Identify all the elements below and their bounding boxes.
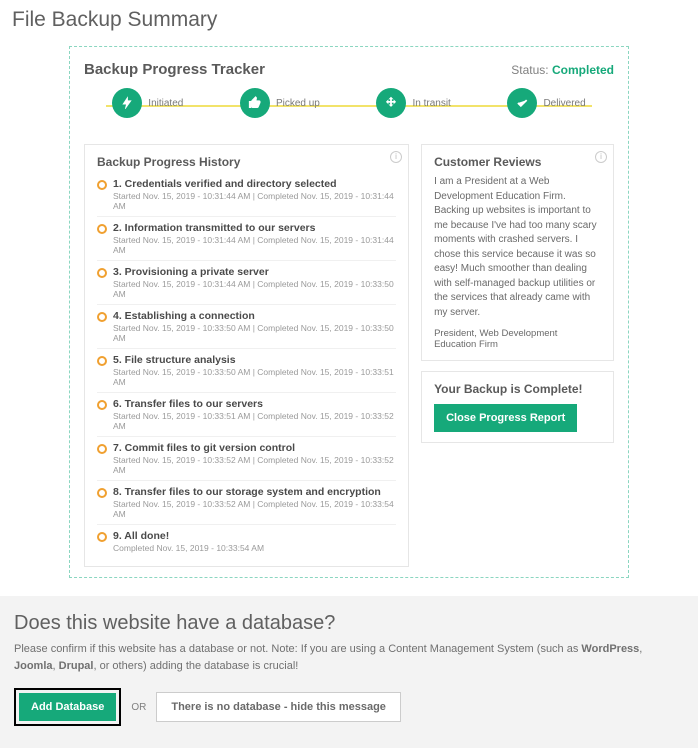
move-icon	[376, 88, 406, 118]
reviews-panel: i Customer Reviews I am a President at a…	[421, 144, 614, 361]
bullet-icon	[97, 532, 107, 542]
or-text: OR	[131, 702, 146, 713]
status-value: Completed	[552, 63, 614, 77]
tracker-label: Delivered	[543, 98, 585, 109]
history-list: 1. Credentials verified and directory se…	[97, 175, 396, 556]
history-item-title: 9. All done!	[113, 530, 169, 542]
history-item: 4. Establishing a connectionStarted Nov.…	[97, 307, 396, 346]
history-item-times: Started Nov. 15, 2019 - 10:31:44 AM | Co…	[113, 191, 396, 211]
tracker-step-delivered: Delivered	[507, 88, 585, 118]
tracker-step-intransit: In transit	[376, 88, 450, 118]
history-item-title: 7. Commit files to git version control	[113, 442, 295, 454]
history-item: 9. All done!Completed Nov. 15, 2019 - 10…	[97, 527, 396, 556]
bullet-icon	[97, 268, 107, 278]
history-item: 5. File structure analysisStarted Nov. 1…	[97, 351, 396, 390]
history-panel: i Backup Progress History 1. Credentials…	[84, 144, 409, 567]
history-title: Backup Progress History	[97, 155, 396, 169]
check-icon	[507, 88, 537, 118]
history-item-times: Started Nov. 15, 2019 - 10:31:44 AM | Co…	[113, 279, 396, 299]
history-item-times: Started Nov. 15, 2019 - 10:33:50 AM | Co…	[113, 323, 396, 343]
add-database-button[interactable]: Add Database	[19, 693, 116, 721]
bullet-icon	[97, 488, 107, 498]
history-item-times: Started Nov. 15, 2019 - 10:33:50 AM | Co…	[113, 367, 396, 387]
history-item-title: 8. Transfer files to our storage system …	[113, 486, 381, 498]
bullet-icon	[97, 356, 107, 366]
status-wrap: Status: Completed	[511, 63, 614, 77]
history-item: 3. Provisioning a private serverStarted …	[97, 263, 396, 302]
info-icon[interactable]: i	[390, 151, 402, 163]
history-item-times: Started Nov. 15, 2019 - 10:33:52 AM | Co…	[113, 499, 396, 519]
history-item-times: Completed Nov. 15, 2019 - 10:33:54 AM	[113, 543, 396, 553]
thumb-up-icon	[240, 88, 270, 118]
history-item: 8. Transfer files to our storage system …	[97, 483, 396, 522]
status-label: Status:	[511, 63, 548, 77]
history-item-times: Started Nov. 15, 2019 - 10:33:52 AM | Co…	[113, 455, 396, 475]
close-report-button[interactable]: Close Progress Report	[434, 404, 577, 432]
history-item-times: Started Nov. 15, 2019 - 10:33:51 AM | Co…	[113, 411, 396, 431]
history-item-title: 1. Credentials verified and directory se…	[113, 178, 337, 190]
history-item-title: 2. Information transmitted to our server…	[113, 222, 315, 234]
history-item-title: 4. Establishing a connection	[113, 310, 255, 322]
database-section: Does this website have a database? Pleas…	[0, 596, 698, 748]
history-item-times: Started Nov. 15, 2019 - 10:31:44 AM | Co…	[113, 235, 396, 255]
tracker-step-pickedup: Picked up	[240, 88, 320, 118]
history-item: 7. Commit files to git version controlSt…	[97, 439, 396, 478]
bullet-icon	[97, 400, 107, 410]
progress-tracker: Initiated Picked up In transit Delivered	[84, 88, 614, 132]
review-body: I am a President at a Web Development Ed…	[434, 175, 601, 320]
complete-title: Your Backup is Complete!	[434, 382, 601, 396]
no-database-button[interactable]: There is no database - hide this message	[156, 692, 401, 722]
card-title: Backup Progress Tracker	[84, 61, 265, 78]
history-item-title: 5. File structure analysis	[113, 354, 236, 366]
bullet-icon	[97, 180, 107, 190]
bullet-icon	[97, 224, 107, 234]
tracker-label: In transit	[412, 98, 450, 109]
page-title: File Backup Summary	[12, 8, 686, 32]
tracker-step-initiated: Initiated	[112, 88, 183, 118]
bullet-icon	[97, 312, 107, 322]
add-database-highlight: Add Database	[14, 688, 121, 726]
reviews-title: Customer Reviews	[434, 155, 601, 169]
history-item-title: 3. Provisioning a private server	[113, 266, 269, 278]
history-item: 1. Credentials verified and directory se…	[97, 175, 396, 214]
tracker-label: Picked up	[276, 98, 320, 109]
database-heading: Does this website have a database?	[14, 612, 684, 635]
info-icon[interactable]: i	[595, 151, 607, 163]
bullet-icon	[97, 444, 107, 454]
history-item: 2. Information transmitted to our server…	[97, 219, 396, 258]
review-signature: President, Web Development Education Fir…	[434, 328, 601, 350]
tracker-label: Initiated	[148, 98, 183, 109]
database-actions: Add Database OR There is no database - h…	[14, 688, 684, 726]
complete-panel: Your Backup is Complete! Close Progress …	[421, 371, 614, 443]
backup-tracker-card: Backup Progress Tracker Status: Complete…	[69, 46, 629, 578]
database-description: Please confirm if this website has a dat…	[14, 641, 684, 674]
bolt-icon	[112, 88, 142, 118]
history-item: 6. Transfer files to our serversStarted …	[97, 395, 396, 434]
history-item-title: 6. Transfer files to our servers	[113, 398, 263, 410]
